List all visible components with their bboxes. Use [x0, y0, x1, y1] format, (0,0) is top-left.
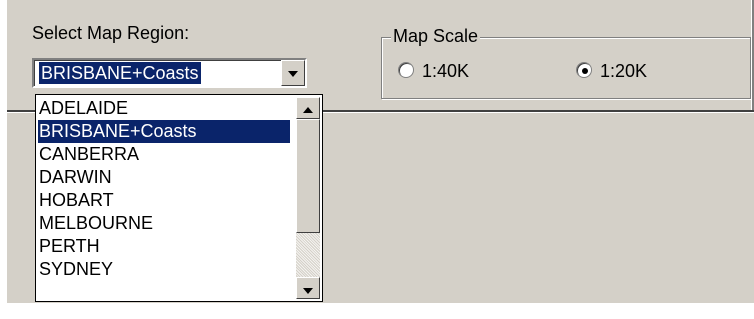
map-scale-title: Map Scale: [391, 25, 481, 47]
list-item-perth[interactable]: PERTH: [38, 235, 290, 258]
region-combobox[interactable]: BRISBANE+Coasts: [32, 58, 307, 88]
list-scrollbar[interactable]: [296, 97, 320, 299]
list-item-canberra[interactable]: CANBERRA: [38, 143, 290, 166]
chevron-up-icon: [303, 107, 313, 113]
list-item-brisbane[interactable]: BRISBANE+Coasts: [38, 120, 290, 143]
list-item-darwin[interactable]: DARWIN: [38, 166, 290, 189]
list-item-melbourne[interactable]: MELBOURNE: [38, 212, 290, 235]
map-scale-group: Map Scale 1:40K 1:20K: [381, 25, 751, 99]
list-item-sydney[interactable]: SYDNEY: [38, 258, 290, 281]
radio-selected-dot: [582, 68, 588, 74]
scroll-up-button[interactable]: [296, 97, 320, 119]
region-combobox-value: BRISBANE+Coasts: [38, 61, 202, 85]
scrollbar-thumb[interactable]: [296, 119, 320, 233]
radio-scale-40k-label: 1:40K: [422, 61, 470, 81]
radio-button-icon: [398, 62, 414, 78]
list-item-adelaide[interactable]: ADELAIDE: [38, 97, 290, 120]
combobox-dropdown-button[interactable]: [281, 60, 305, 86]
scroll-down-button[interactable]: [296, 277, 320, 299]
region-label: Select Map Region:: [32, 23, 190, 43]
region-dropdown-list[interactable]: ADELAIDE BRISBANE+Coasts CANBERRA DARWIN…: [35, 94, 323, 302]
dialog-panel: Select Map Region: BRISBANE+Coasts ADELA…: [7, 0, 754, 303]
chevron-down-icon: [288, 71, 298, 77]
chevron-down-icon: [303, 288, 313, 294]
list-item-hobart[interactable]: HOBART: [38, 189, 290, 212]
radio-button-icon: [576, 62, 592, 78]
radio-scale-20k-label: 1:20K: [600, 61, 648, 81]
